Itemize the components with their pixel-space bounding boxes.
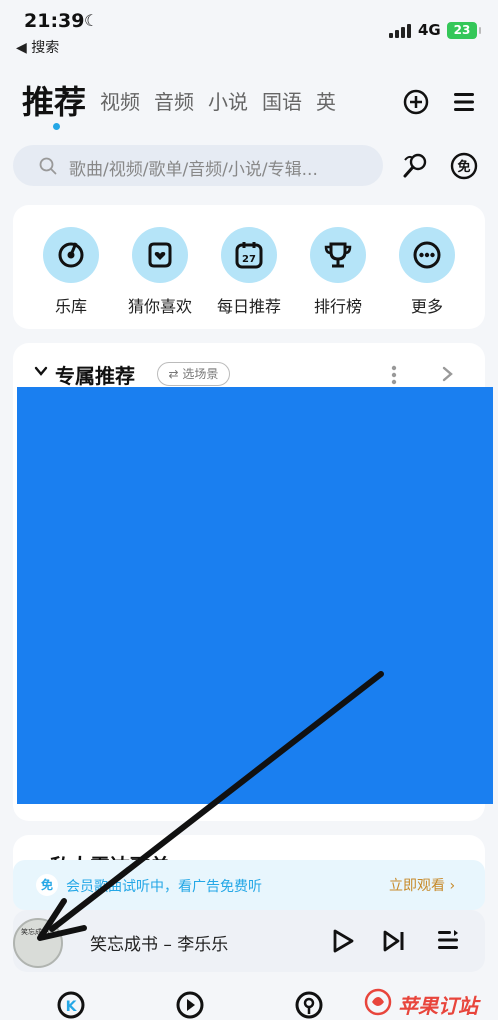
back-to-search-link[interactable]: ◀ 搜索 <box>16 37 59 57</box>
quick-entry-library[interactable]: 乐库 <box>26 227 116 317</box>
album-cover[interactable]: 笑忘成书 <box>13 918 63 968</box>
chevron-right-icon[interactable] <box>440 366 454 382</box>
quick-entry-label: 排行榜 <box>313 297 362 316</box>
heart-folder-icon <box>132 227 188 283</box>
ad-banner-text: 会员歌曲试听中，看广告免费听 <box>66 879 262 895</box>
moon-icon: ☾ <box>84 11 99 30</box>
nav-video-icon[interactable] <box>175 990 205 1020</box>
quick-entry-guess[interactable]: 猜你喜欢 <box>115 227 205 317</box>
quick-entry-more[interactable]: 更多 <box>382 227 472 317</box>
album-cover-text: 笑忘成书 <box>21 928 49 936</box>
tab-recommend[interactable]: 推荐 <box>22 74 86 130</box>
quick-entry-label: 每日推荐 <box>216 297 281 316</box>
search-icon <box>39 157 57 175</box>
more-options-icon[interactable] <box>390 365 398 385</box>
choose-scene-label: 选场景 <box>182 367 219 381</box>
mini-player[interactable] <box>13 910 485 972</box>
now-playing-title: 笑忘成书 – 李乐乐 <box>90 935 229 955</box>
calendar-day: 27 <box>242 254 256 265</box>
free-listen-icon[interactable]: 免 <box>449 151 479 181</box>
free-badge: 免 <box>36 874 58 896</box>
svg-text:K: K <box>66 999 78 1015</box>
playlist-queue-icon[interactable] <box>436 928 460 952</box>
svg-text:免: 免 <box>457 159 470 175</box>
nav-home-icon[interactable]: K <box>56 990 86 1020</box>
category-tabs: 推荐 视频 音频 小说 国语英 <box>22 74 362 130</box>
battery-icon: 23 <box>447 22 481 39</box>
more-icon <box>399 227 455 283</box>
menu-icon[interactable] <box>452 91 476 113</box>
quick-entry-label: 乐库 <box>54 297 87 316</box>
calendar-icon: 27 <box>221 227 277 283</box>
karaoke-mic-icon[interactable] <box>401 152 429 180</box>
swap-icon: ⇄ <box>168 367 183 381</box>
tab-mandarin[interactable]: 国语 <box>262 74 302 130</box>
tab-audio[interactable]: 音频 <box>154 74 194 130</box>
add-icon[interactable] <box>403 89 429 115</box>
network-type: 4G <box>418 21 441 39</box>
watch-now-link[interactable]: 立即观看 › <box>389 875 455 895</box>
next-track-icon[interactable] <box>381 928 407 954</box>
status-bar: 21:39 ☾ ◀ 搜索 4G 23 <box>0 0 498 60</box>
quick-entry-rankings[interactable]: 排行榜 <box>293 227 383 317</box>
play-icon[interactable] <box>330 928 356 954</box>
section-title: 专属推荐 <box>55 364 135 388</box>
quick-entry-label: 更多 <box>410 297 443 316</box>
quick-entry-label: 猜你喜欢 <box>127 297 192 316</box>
watermark-text: 苹果订站 <box>398 994 478 1018</box>
nav-listen-icon[interactable] <box>294 990 324 1020</box>
search-input[interactable]: 歌曲/视频/歌单/音频/小说/专辑... <box>13 145 383 186</box>
active-tab-indicator <box>53 123 60 130</box>
choose-scene-button[interactable]: ⇄ 选场景 <box>157 362 230 386</box>
tabs-fade <box>330 74 370 130</box>
trophy-icon <box>310 227 366 283</box>
tab-video[interactable]: 视频 <box>100 74 140 130</box>
music-library-icon <box>43 227 99 283</box>
signal-icon <box>389 24 411 38</box>
recommend-content-area[interactable] <box>17 387 493 804</box>
tab-novel[interactable]: 小说 <box>208 74 248 130</box>
chevron-down-icon[interactable] <box>34 364 48 378</box>
status-time: 21:39 <box>24 10 85 32</box>
quick-entry-daily[interactable]: 27 每日推荐 <box>204 227 294 317</box>
search-placeholder: 歌曲/视频/歌单/音频/小说/专辑... <box>69 160 318 180</box>
